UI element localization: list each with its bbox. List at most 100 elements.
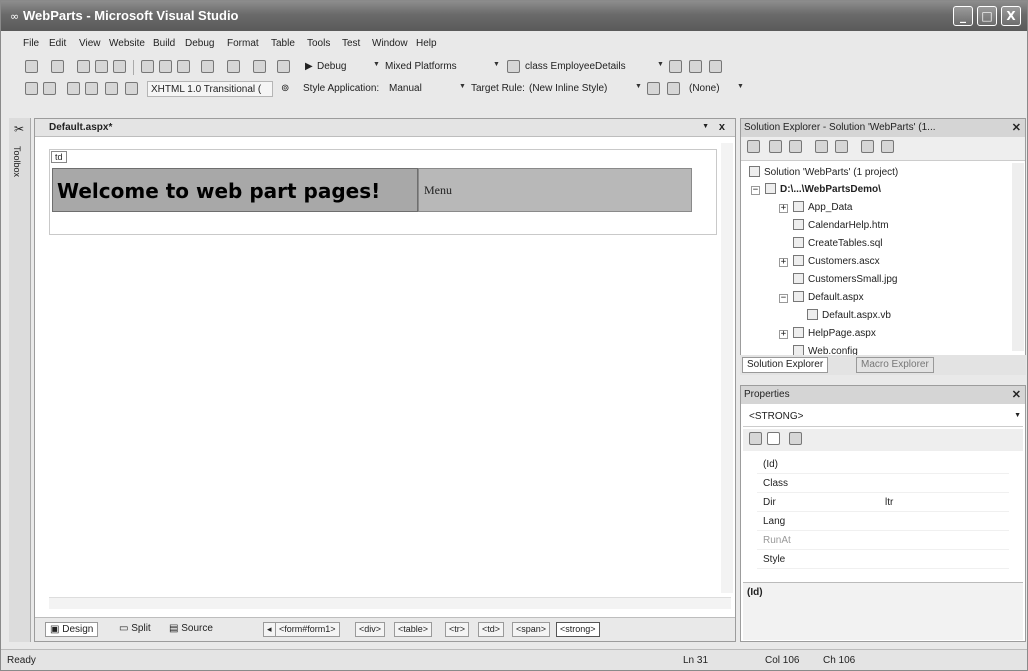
property-row[interactable]: Dir ltr (757, 494, 1009, 512)
indent-icon[interactable] (85, 82, 98, 95)
find-in-files-icon[interactable] (507, 60, 520, 73)
menu-format[interactable]: Format (227, 38, 259, 49)
toolbox-icon[interactable]: ✂ (14, 122, 24, 136)
undo-icon[interactable] (201, 60, 214, 73)
refresh-icon[interactable] (769, 140, 782, 153)
properties-window-icon[interactable] (689, 60, 702, 73)
tab-solution-explorer[interactable]: Solution Explorer (742, 357, 829, 373)
menu-window[interactable]: Window (372, 38, 408, 49)
vertical-scrollbar[interactable] (721, 143, 733, 593)
breadcrumb-td[interactable]: <td> (478, 622, 505, 637)
tree-expander-icon[interactable]: + (779, 258, 788, 267)
new-project-icon[interactable] (25, 60, 38, 73)
align-left-icon[interactable] (105, 82, 118, 95)
redo-icon[interactable] (227, 60, 240, 73)
chevron-down-icon[interactable]: ▼ (1014, 412, 1021, 419)
menu-cell[interactable]: Menu (418, 168, 692, 212)
maximize-button[interactable]: □ (977, 6, 997, 26)
solution-explorer-icon[interactable] (669, 60, 682, 73)
chevron-down-icon[interactable]: ▼ (373, 61, 380, 68)
chevron-down-icon[interactable]: ▼ (459, 83, 466, 90)
tree-item[interactable]: HelpPage.aspx (793, 327, 876, 339)
object-browser-icon[interactable] (709, 60, 722, 73)
tab-macro-explorer[interactable]: Macro Explorer (856, 357, 934, 373)
collapse-project-icon[interactable]: − (751, 186, 760, 195)
copy-website-icon[interactable] (861, 140, 874, 153)
menu-table[interactable]: Table (271, 38, 295, 49)
menu-debug[interactable]: Debug (185, 38, 214, 49)
design-view-button[interactable]: ▣ Design (45, 622, 99, 637)
save-icon[interactable] (95, 60, 108, 73)
properties-icon[interactable] (747, 140, 760, 153)
solution-platform-dropdown[interactable]: Mixed Platforms (385, 61, 457, 72)
split-view-button[interactable]: ▭ Split (119, 623, 151, 634)
nest-files-icon[interactable] (789, 140, 802, 153)
show-borders-icon[interactable] (43, 82, 56, 95)
navigate-back-icon[interactable] (253, 60, 266, 73)
check-accessibility-icon[interactable]: ⊚ (281, 83, 289, 94)
asp-config-icon[interactable] (881, 140, 894, 153)
alphabetical-icon[interactable] (767, 432, 780, 445)
tree-expander-icon[interactable]: + (779, 330, 788, 339)
view-code-icon[interactable] (815, 140, 828, 153)
welcome-heading[interactable]: Welcome to web part pages! (57, 179, 380, 203)
save-all-icon[interactable] (113, 60, 126, 73)
tree-expander-icon[interactable]: − (779, 294, 788, 303)
doctype-dropdown[interactable]: XHTML 1.0 Transitional ( (147, 81, 273, 97)
tree-item[interactable]: CalendarHelp.htm (793, 219, 889, 231)
menu-view[interactable]: View (79, 38, 101, 49)
close-button[interactable]: X (1001, 6, 1021, 26)
property-row[interactable]: (Id) (757, 456, 1009, 474)
block-format-icon[interactable] (25, 82, 38, 95)
tree-item[interactable]: Default.aspx (793, 291, 864, 303)
copy-icon[interactable] (159, 60, 172, 73)
tree-item[interactable]: CreateTables.sql (793, 237, 882, 249)
chevron-down-icon[interactable]: ▼ (657, 61, 664, 68)
tab-default-aspx[interactable]: Default.aspx* (49, 122, 112, 133)
chevron-down-icon[interactable]: ▼ (737, 83, 744, 90)
solution-scrollbar[interactable] (1012, 163, 1024, 351)
categorized-icon[interactable] (749, 432, 762, 445)
welcome-cell[interactable]: Welcome to web part pages! (52, 168, 418, 212)
property-value[interactable]: ltr (885, 497, 893, 508)
open-file-icon[interactable] (77, 60, 90, 73)
add-item-icon[interactable] (51, 60, 64, 73)
view-designer-icon[interactable] (835, 140, 848, 153)
menu-tools[interactable]: Tools (307, 38, 330, 49)
property-row[interactable]: Lang (757, 513, 1009, 531)
menu-build[interactable]: Build (153, 38, 175, 49)
start-debugging-icon[interactable]: ▶ (305, 61, 313, 72)
breadcrumb-form[interactable]: <form#form1> (275, 622, 340, 637)
cut-icon[interactable] (141, 60, 154, 73)
tree-item[interactable]: App_Data (793, 201, 852, 213)
breadcrumb-table[interactable]: <table> (394, 622, 433, 637)
menu-test[interactable]: Test (342, 38, 360, 49)
find-combo[interactable]: class EmployeeDetails (525, 61, 626, 72)
properties-object-selector[interactable]: <STRONG> ▼ (743, 407, 1023, 427)
property-row[interactable]: RunAt (757, 532, 1009, 550)
tree-project[interactable]: D:\...\WebPartsDemo\ (765, 183, 881, 195)
tree-item[interactable]: Default.aspx.vb (807, 309, 891, 321)
target-rule-dropdown[interactable]: (New Inline Style) (529, 83, 607, 94)
outdent-icon[interactable] (67, 82, 80, 95)
chevron-down-icon[interactable]: ▼ (635, 83, 642, 90)
toolbox-label[interactable]: Toolbox (12, 146, 22, 177)
style-dropdown[interactable]: (None) (689, 83, 720, 94)
menu-website[interactable]: Website (109, 38, 145, 49)
chevron-down-icon[interactable]: ▼ (493, 61, 500, 68)
property-pages-icon[interactable] (789, 432, 802, 445)
tree-item[interactable]: Customers.ascx (793, 255, 880, 267)
tab-dropdown-icon[interactable]: ▼ (702, 123, 709, 130)
solution-config-dropdown[interactable]: Debug (317, 61, 346, 72)
close-properties-icon[interactable]: ✕ (1012, 388, 1021, 401)
new-style-icon[interactable] (667, 82, 680, 95)
property-row[interactable]: Style (757, 551, 1009, 569)
source-view-button[interactable]: ▤ Source (169, 623, 213, 634)
tree-solution[interactable]: Solution 'WebParts' (1 project) (749, 166, 898, 178)
apply-style-icon[interactable] (647, 82, 660, 95)
minimize-button[interactable]: _ (953, 6, 973, 26)
menu-help[interactable]: Help (416, 38, 437, 49)
align-right-icon[interactable] (125, 82, 138, 95)
breadcrumb-span[interactable]: <span> (512, 622, 551, 637)
toolbox-strip[interactable]: ✂ Toolbox (9, 118, 31, 642)
